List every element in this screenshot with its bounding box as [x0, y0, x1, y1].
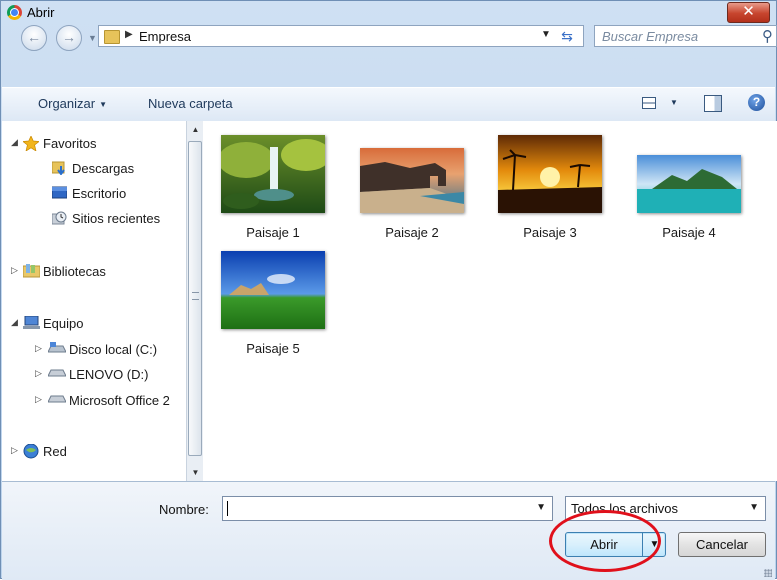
file-view: Paisaje 1 Paisaje 2 Paisaje 3 Paisaje 4 … [203, 121, 777, 481]
help-icon[interactable]: ? [748, 94, 765, 111]
file-item[interactable]: Paisaje 1 [213, 135, 333, 240]
open-button[interactable]: Abrir ▼ [565, 532, 666, 557]
file-name: Paisaje 5 [246, 341, 300, 356]
view-options-dropdown-icon[interactable]: ▼ [670, 98, 678, 107]
nav-label: Red [43, 444, 67, 459]
footer-panel: Nombre: ▼ Todos los archivos ▼ Abrir ▼ C… [2, 481, 775, 580]
nav-scrollbar[interactable]: ▲ ▼ [186, 121, 204, 481]
nav-label: Disco local (C:) [69, 342, 158, 357]
nav-label: Bibliotecas [43, 264, 106, 279]
file-item[interactable]: Paisaje 4 [629, 135, 749, 240]
scroll-down-icon[interactable]: ▼ [187, 464, 204, 481]
expand-arrow-icon[interactable]: ▷ [35, 343, 42, 354]
file-item[interactable]: Paisaje 3 [490, 135, 610, 240]
close-button[interactable]: ✕ [727, 2, 770, 23]
new-folder-button[interactable]: Nueva carpeta [148, 96, 233, 111]
address-bar[interactable]: ▶ Empresa ▼ ⇆ [98, 25, 584, 47]
breadcrumb-empresa[interactable]: Empresa [139, 29, 191, 44]
folder-icon [104, 30, 120, 44]
open-split-dropdown-icon[interactable]: ▼ [642, 533, 666, 556]
address-dropdown-icon[interactable]: ▼ [541, 29, 551, 40]
nav-label: Descargas [72, 161, 135, 176]
search-input[interactable]: Buscar Empresa ⚲ [594, 25, 777, 47]
file-item[interactable]: Paisaje 5 [213, 251, 333, 356]
waterfall-landscape-thumbnail [218, 135, 331, 213]
grip-icon [192, 292, 199, 300]
scroll-thumb[interactable] [188, 141, 202, 456]
nav-label: Favoritos [43, 136, 97, 151]
search-icon[interactable]: ⚲ [762, 27, 773, 45]
open-button-label[interactable]: Abrir [566, 533, 642, 556]
chevron-down-icon: ▼ [99, 100, 107, 109]
scroll-up-icon[interactable]: ▲ [187, 121, 204, 138]
network-icon [23, 443, 39, 459]
organize-menu-button[interactable]: Organizar ▼ [38, 96, 107, 111]
command-bar: Organizar ▼ Nueva carpeta ▼ ? [2, 87, 775, 122]
recent-locations-dropdown[interactable]: ▼ [88, 33, 97, 43]
refresh-icon[interactable]: ⇆ [557, 27, 577, 45]
change-view-icon[interactable] [642, 97, 656, 109]
file-type-select[interactable]: Todos los archivos ▼ [565, 496, 766, 521]
sunset-landscape-thumbnail [498, 135, 602, 213]
recent-places-icon [51, 211, 68, 225]
nav-label: Escritorio [72, 186, 127, 201]
collapse-arrow-icon[interactable]: ◢ [11, 137, 18, 148]
star-icon [22, 135, 40, 152]
expand-arrow-icon[interactable]: ▷ [35, 368, 42, 379]
text-caret [227, 501, 228, 516]
file-name: Paisaje 3 [523, 225, 577, 240]
downloads-folder-icon [51, 161, 68, 176]
forward-button[interactable]: → [56, 25, 82, 51]
local-disk-icon [47, 342, 67, 356]
nav-label: Sitios recientes [72, 211, 161, 226]
nav-label: LENOVO (D:) [69, 367, 149, 382]
file-name-label: Nombre: [159, 502, 209, 517]
nav-label: Equipo [43, 316, 84, 331]
expand-arrow-icon[interactable]: ▷ [35, 394, 42, 405]
preview-pane-icon[interactable] [704, 95, 722, 112]
file-name: Paisaje 1 [246, 225, 300, 240]
navigation-pane: ◢ Favoritos Descargas Escritorio Sitios … [2, 121, 186, 481]
search-placeholder: Buscar Empresa [602, 29, 699, 44]
chrome-icon [7, 5, 22, 20]
window-title: Abrir [27, 5, 55, 20]
file-type-value: Todos los archivos [571, 501, 678, 516]
address-row: ← → ▼ ▶ Empresa ▼ ⇆ Buscar Empresa ⚲ [1, 21, 777, 57]
expand-arrow-icon[interactable]: ▷ [11, 265, 18, 276]
beach-arch-landscape-thumbnail [360, 148, 464, 213]
drive-icon [47, 367, 67, 381]
drive-icon [47, 393, 67, 407]
file-name: Paisaje 2 [385, 225, 439, 240]
desktop-icon [51, 186, 68, 200]
open-dialog: Abrir ✕ ← → ▼ ▶ Empresa ▼ ⇆ Buscar Empre… [0, 0, 777, 580]
back-button[interactable]: ← [21, 25, 47, 51]
cancel-button[interactable]: Cancelar [678, 532, 766, 557]
resize-grip-icon[interactable] [764, 569, 772, 577]
libraries-icon [22, 264, 41, 278]
green-field-landscape-thumbnail [221, 251, 325, 329]
breadcrumb-arrow-icon[interactable]: ▶ [125, 29, 133, 40]
file-name-input[interactable]: ▼ [222, 496, 553, 521]
organize-label: Organizar [38, 96, 96, 111]
collapse-arrow-icon[interactable]: ◢ [11, 317, 18, 328]
chevron-down-icon[interactable]: ▼ [749, 502, 759, 513]
nav-label: Microsoft Office 2 [69, 393, 170, 408]
file-name: Paisaje 4 [662, 225, 716, 240]
expand-arrow-icon[interactable]: ▷ [11, 445, 18, 456]
computer-icon [23, 315, 40, 330]
file-item[interactable]: Paisaje 2 [352, 135, 472, 240]
tropical-island-landscape-thumbnail [637, 155, 741, 213]
chevron-down-icon[interactable]: ▼ [536, 502, 546, 513]
